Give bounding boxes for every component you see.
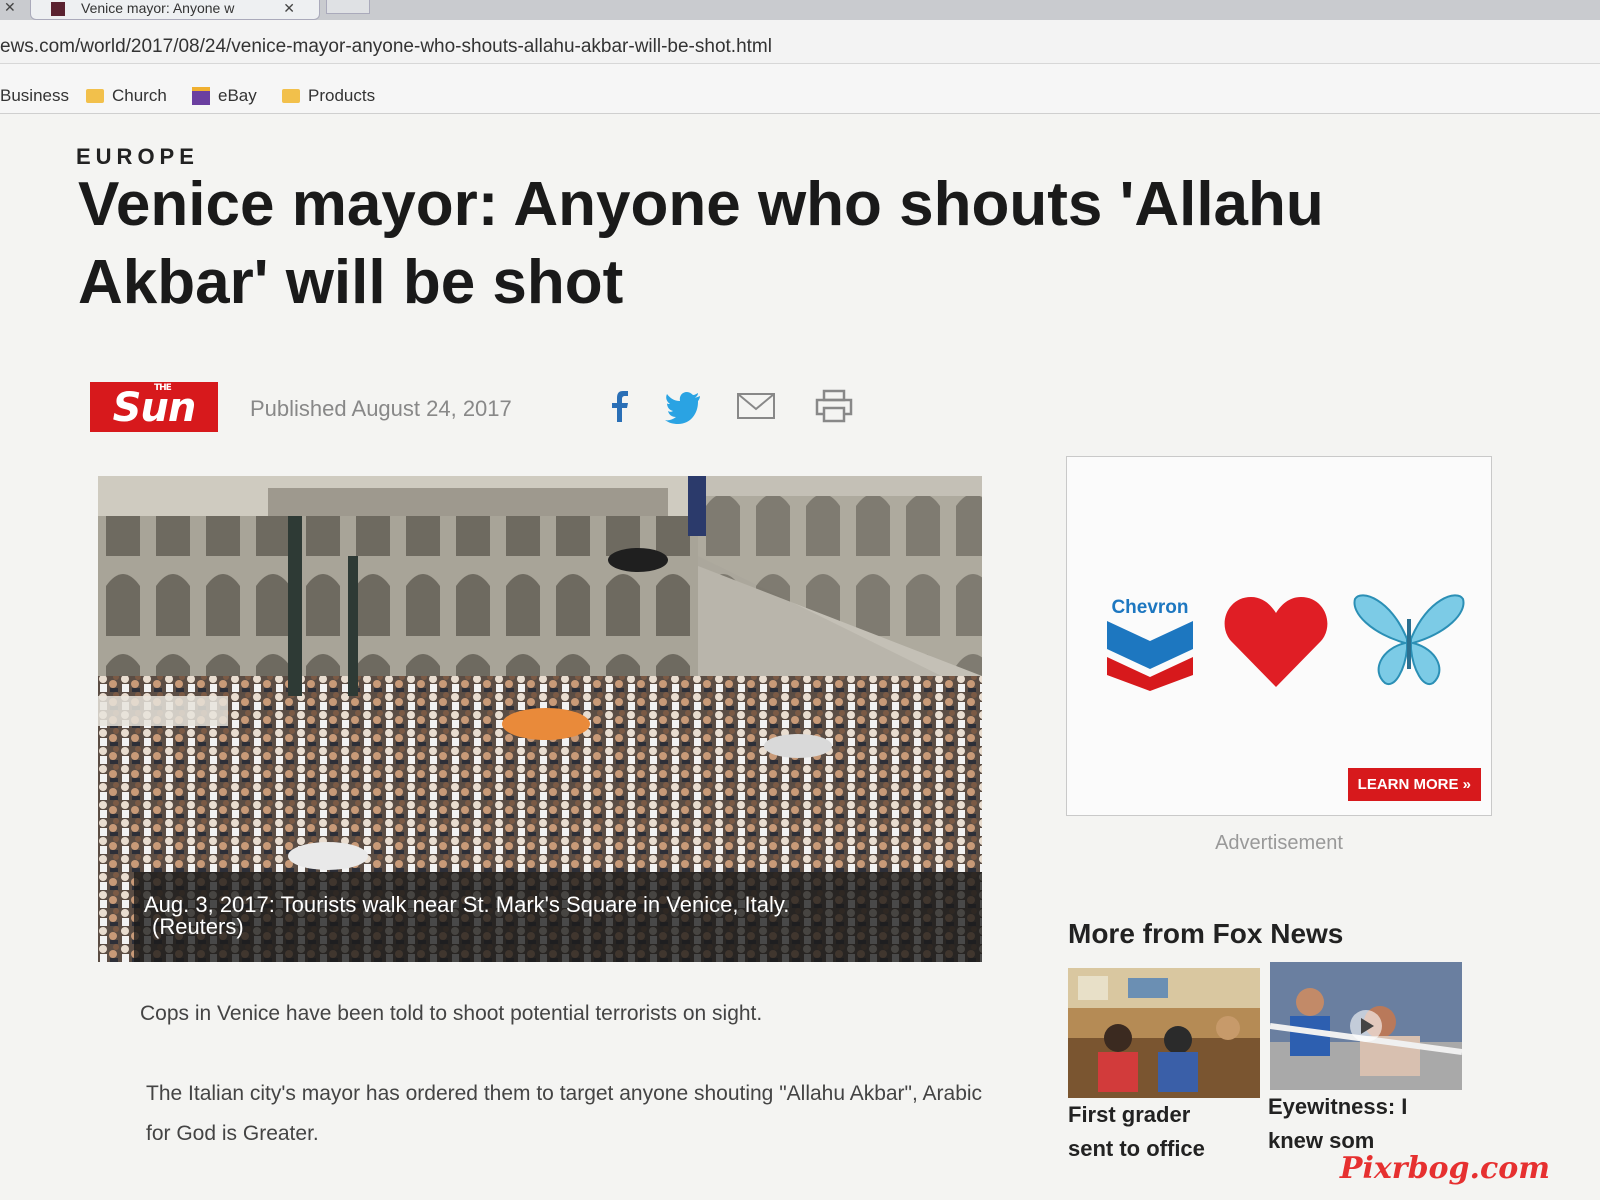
byline: THE Sun Published August 24, 2017 [90,382,890,432]
bookmark-business[interactable]: Business [0,86,69,106]
close-icon[interactable]: ✕ [4,0,16,14]
published-date: Published August 24, 2017 [250,396,512,421]
url-text[interactable]: ews.com/world/2017/08/24/venice-mayor-an… [0,36,772,58]
bookmark-label: eBay [218,86,257,105]
article-paragraph: The Italian city's mayor has ordered the… [146,1082,983,1145]
more-from-title: More from Fox News [1068,918,1344,949]
bookmarks-bar: Business Church eBay Products [0,64,1600,114]
heart-icon [1224,597,1328,687]
watermark: Pixrbog.com [1339,1151,1550,1186]
chevron-brand-text: Chevron [1111,597,1189,618]
chevron-mark-icon [1107,621,1193,691]
story-title-line: First grader [1068,1102,1191,1127]
video-thumbnail[interactable] [1270,962,1462,1090]
caption-text: Aug. 3, 2017: Tourists walk near St. Mar… [144,892,790,917]
address-bar[interactable]: ews.com/world/2017/08/24/venice-mayor-an… [0,20,1600,64]
image-caption: Aug. 3, 2017: Tourists walk near St. Mar… [134,872,982,962]
print-icon[interactable] [814,388,854,424]
article-image: Aug. 3, 2017: Tourists walk near St. Mar… [98,476,982,962]
story-title[interactable]: First grader sent to office [1068,1098,1268,1166]
story-thumbnail[interactable] [1068,968,1260,1098]
email-icon[interactable] [736,388,776,424]
favicon-icon [51,2,65,16]
bookmark-church[interactable]: Church [86,86,167,106]
facebook-icon[interactable] [600,388,640,424]
caption-credit: (Reuters) [152,914,244,939]
tab-close-icon[interactable]: ✕ [283,0,295,17]
butterfly-icon [1353,594,1465,686]
folder-icon [282,89,300,103]
tab-title: Venice mayor: Anyone w [81,0,235,16]
story-title-line: sent to office [1068,1136,1205,1161]
browser-tab[interactable]: Venice mayor: Anyone w ✕ [30,0,320,20]
chevron-logo: Chevron [1105,597,1195,696]
twitter-icon[interactable] [664,388,704,424]
learn-more-button[interactable]: LEARN MORE » [1347,768,1481,801]
tab-strip: ✕ Venice mayor: Anyone w ✕ [0,0,1600,20]
article-headline: Venice mayor: Anyone who shouts 'Allahu … [78,170,1324,317]
the-sun-logo[interactable]: THE Sun [90,382,218,432]
bookmark-label: Church [112,86,167,105]
advertisement[interactable]: Chevron LEARN MORE » [1066,456,1492,816]
shopping-bag-icon [192,87,210,105]
logo-small-text: THE [154,383,172,393]
folder-icon [86,89,104,103]
bookmark-products[interactable]: Products [282,86,375,106]
bookmark-label: Products [308,86,376,105]
story-title[interactable]: Eyewitness: I knew som [1268,1090,1468,1158]
new-tab-button[interactable] [326,0,370,14]
bookmark-ebay[interactable]: eBay [192,86,257,106]
story-title-line: Eyewitness: I [1268,1094,1408,1119]
bookmark-label: Business [0,86,69,105]
article-paragraph: Cops in Venice have been told to shoot p… [140,1002,763,1025]
advertisement-label: Advertisement [1215,832,1343,854]
